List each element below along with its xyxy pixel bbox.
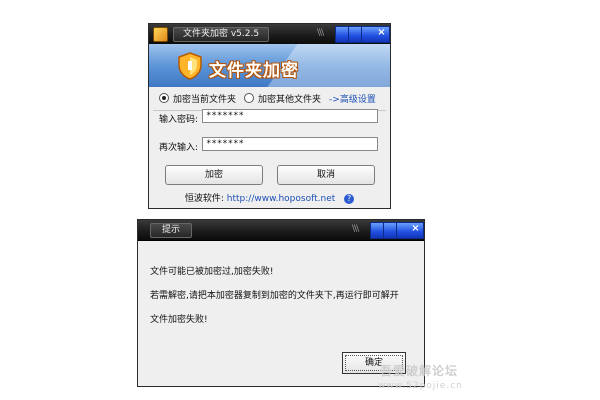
- shield-icon: [178, 52, 202, 80]
- radio-other-folder[interactable]: [244, 93, 255, 103]
- dialog-title: 提示: [150, 223, 192, 238]
- password-input[interactable]: *******: [202, 109, 378, 123]
- watermark-text: 吾爱破解论坛: [380, 364, 459, 378]
- close-icon[interactable]: ×: [375, 26, 388, 39]
- grip-icon: \\\: [317, 28, 324, 38]
- message-line-2: 若需解密,请把本加密器复制到加密的文件夹下,再运行即可解开: [150, 291, 399, 301]
- radio-current-folder-label[interactable]: 加密当前文件夹: [173, 92, 236, 105]
- dialog-title-bar[interactable]: 提示 \\\ ×: [138, 220, 424, 241]
- message-line-1: 文件可能已被加密过,加密失败!: [150, 267, 274, 277]
- question-icon[interactable]: ?: [344, 193, 355, 204]
- close-icon[interactable]: ×: [409, 222, 422, 235]
- grip-icon: \\\: [352, 224, 359, 234]
- footer: 恒波软件: http://www.hoposoft.net ?: [149, 190, 390, 208]
- encrypt-button[interactable]: 加密: [165, 165, 263, 185]
- window-title: 文件夹加密 v5.2.5: [173, 27, 269, 42]
- message-line-3: 文件加密失败!: [150, 315, 208, 325]
- confirm-password-label: 再次输入:: [159, 143, 199, 153]
- cancel-button[interactable]: 取消: [277, 165, 375, 185]
- radio-current-folder[interactable]: [159, 93, 169, 103]
- encrypt-window: 文件夹加密 v5.2.5 \\\ × 文件夹加密 加密当前文件夹 加密其他文件夹…: [148, 23, 391, 209]
- confirm-password-input[interactable]: *******: [202, 137, 378, 151]
- radio-other-folder-label[interactable]: 加密其他文件夹: [258, 92, 321, 105]
- app-icon: [153, 27, 168, 42]
- website-link[interactable]: http://www.hoposoft.net: [227, 194, 335, 204]
- advanced-settings-link[interactable]: ->高级设置: [329, 92, 376, 105]
- banner-title: 文件夹加密: [209, 61, 299, 81]
- footer-brand: 恒波软件:: [184, 194, 224, 204]
- watermark-url: www.52pojie.cn: [378, 381, 463, 391]
- password-label: 输入密码:: [159, 115, 199, 125]
- title-bar[interactable]: 文件夹加密 v5.2.5 \\\ ×: [149, 24, 390, 45]
- radio-group: 加密当前文件夹 加密其他文件夹 ->高级设置: [149, 87, 390, 109]
- banner: 文件夹加密: [149, 44, 390, 87]
